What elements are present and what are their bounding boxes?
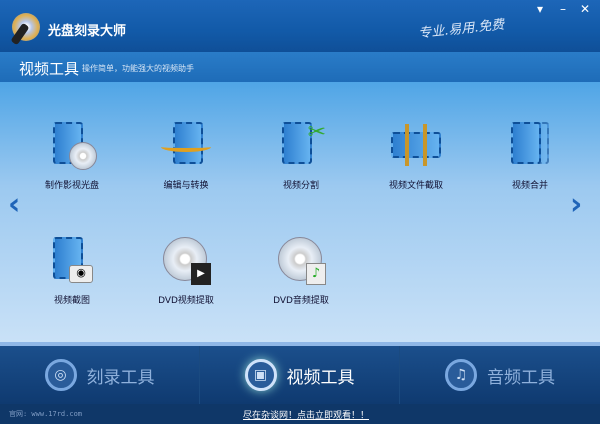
tool-label: 制作影视光盘 <box>44 181 99 191</box>
tool-edit-convert[interactable]: 编辑与转换 <box>131 120 241 191</box>
footer: 官网: www.17rd.com 尽在杂谈网！点击立即观看！！ <box>0 404 600 424</box>
tool-label: DVD音频提取 <box>273 296 329 306</box>
tool-video-split[interactable]: ✂ 视频分割 <box>246 120 356 191</box>
slogan: 专业.易用.免费 <box>417 17 506 42</box>
nav-label: 刻录工具 <box>86 367 155 388</box>
bottom-nav: ◎ 刻录工具 ▣ 视频工具 ♫ 音频工具 <box>0 342 600 404</box>
nav-label: 视频工具 <box>286 367 355 388</box>
tool-label: 视频截图 <box>53 296 90 306</box>
section-header: 视频工具 操作简单，功能强大的视频助手 <box>0 52 600 82</box>
tool-video-merge[interactable]: 视频合并 <box>475 120 585 191</box>
tool-dvd-audio-extract[interactable]: ♪ DVD音频提取 <box>246 235 356 306</box>
disc-icon: ◎ <box>44 359 77 391</box>
dvd-audio-icon: ♪ <box>276 235 326 285</box>
tool-label: 视频合并 <box>511 181 548 191</box>
nav-video-tools[interactable]: ▣ 视频工具 <box>200 346 400 404</box>
section-description: 操作简单，功能强大的视频助手 <box>82 64 194 73</box>
app-logo-icon <box>12 13 40 41</box>
tool-video-screenshot[interactable]: ◉ 视频截图 <box>17 235 127 306</box>
film-scissors-icon: ✂ <box>276 120 326 170</box>
film-convert-icon <box>161 120 211 170</box>
film-strip-icon <box>391 120 441 170</box>
minimize-button[interactable]: – <box>553 2 573 18</box>
menu-button[interactable]: ▾ <box>530 2 550 18</box>
tool-video-clip[interactable]: 视频文件截取 <box>361 120 471 191</box>
next-page-arrow-icon[interactable]: › <box>570 187 582 222</box>
tool-label: 编辑与转换 <box>163 181 209 191</box>
tool-label: 视频分割 <box>282 181 319 191</box>
app-title: 光盘刻录大师 <box>48 24 127 39</box>
nav-audio-tools[interactable]: ♫ 音频工具 <box>400 346 600 404</box>
close-button[interactable]: ✕ <box>575 2 595 18</box>
film-icon: ▣ <box>244 359 277 391</box>
tool-label: DVD视频提取 <box>158 296 214 306</box>
website-text: 官网: www.17rd.com <box>9 410 83 418</box>
music-note-icon: ♫ <box>445 359 477 391</box>
nav-burn-tools[interactable]: ◎ 刻录工具 <box>0 346 200 404</box>
tool-make-video-disc[interactable]: 制作影视光盘 <box>17 120 127 191</box>
section-title: 视频工具 <box>19 60 80 78</box>
film-disc-icon <box>47 120 97 170</box>
prev-page-arrow-icon[interactable]: ‹ <box>8 187 20 222</box>
title-bar: 光盘刻录大师 专业.易用.免费 ▾ – ✕ <box>0 0 600 52</box>
nav-label: 音频工具 <box>487 367 555 388</box>
dvd-video-icon: ▶ <box>161 235 211 285</box>
tool-grid: ‹ › 制作影视光盘 编辑与转换 ✂ 视频分割 视频文件截取 视频合并 ◉ 视频截图… <box>0 82 600 342</box>
film-camera-icon: ◉ <box>47 235 97 285</box>
film-stack-icon <box>505 120 555 170</box>
tool-dvd-video-extract[interactable]: ▶ DVD视频提取 <box>131 235 241 306</box>
promo-link[interactable]: 尽在杂谈网！点击立即观看！！ <box>243 408 369 421</box>
tool-label: 视频文件截取 <box>388 181 443 191</box>
